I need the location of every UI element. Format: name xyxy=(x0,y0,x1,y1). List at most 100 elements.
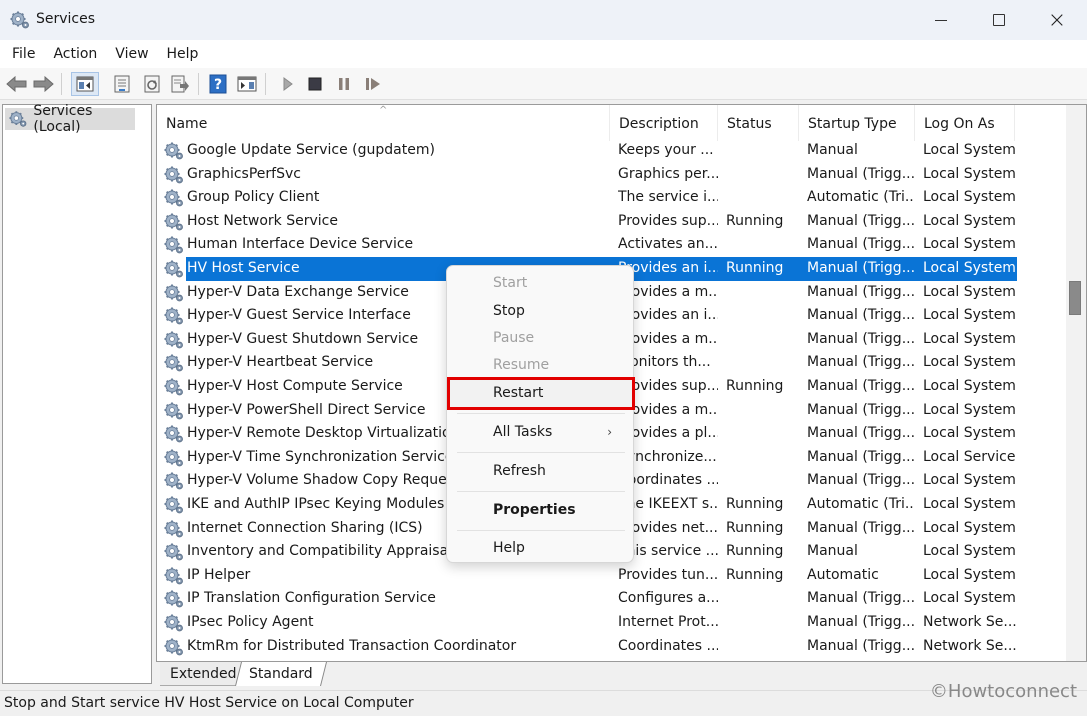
vertical-scrollbar[interactable] xyxy=(1066,105,1086,661)
service-log-on-as: Local System xyxy=(923,425,1016,442)
service-log-on-as: Network Se... xyxy=(923,614,1017,630)
export-list-icon xyxy=(171,75,189,93)
minimize-button[interactable] xyxy=(918,0,964,40)
menu-help[interactable]: Help xyxy=(167,46,199,62)
service-gear-icon xyxy=(164,472,184,490)
service-row[interactable]: IP Helper Provides tun... Running Automatic… xyxy=(157,564,1017,588)
stop-service-icon xyxy=(308,77,322,91)
service-log-on-as: Local System xyxy=(923,260,1016,276)
service-row[interactable]: Host Network Service Provides sup... Runni… xyxy=(157,210,1017,234)
service-row[interactable]: IPsec Policy Agent Internet Prot... Manual… xyxy=(157,611,1017,635)
toolbar-separator xyxy=(265,73,266,95)
service-gear-icon xyxy=(164,236,184,254)
show-hide-action-pane-button[interactable] xyxy=(236,74,258,94)
service-gear-icon xyxy=(164,213,184,231)
service-startup-type: Manual (Trigg... xyxy=(807,378,915,394)
context-menu-help[interactable]: Help xyxy=(452,534,628,562)
service-startup-type: Manual (Trigg... xyxy=(807,614,915,630)
show-hide-console-tree-button[interactable] xyxy=(71,72,99,96)
export-list-button[interactable] xyxy=(169,74,191,94)
service-row[interactable]: Google Update Service (gupdatem) Keeps yo… xyxy=(157,139,1017,163)
refresh-button[interactable] xyxy=(141,74,163,94)
service-description: Graphics per... xyxy=(618,165,718,182)
window-title: Services xyxy=(36,11,96,27)
properties-button[interactable] xyxy=(111,74,133,94)
maximize-icon xyxy=(993,14,1005,26)
menu-view[interactable]: View xyxy=(115,46,148,62)
service-status xyxy=(726,446,806,470)
service-gear-icon xyxy=(164,638,184,656)
start-service-button[interactable] xyxy=(277,74,299,94)
service-name: IPsec Policy Agent xyxy=(187,614,314,630)
service-row[interactable]: Human Interface Device Service Activates … xyxy=(157,233,1017,257)
service-description: Activates an... xyxy=(618,236,718,253)
stop-service-button[interactable] xyxy=(304,74,326,94)
context-menu-pause[interactable]: Pause xyxy=(452,324,628,352)
context-menu-all-tasks[interactable]: All Tasks › xyxy=(452,418,628,446)
column-header-log-on-as[interactable]: Log On As xyxy=(915,105,1015,141)
restart-service-button[interactable] xyxy=(362,74,384,94)
tree-item-services-local[interactable]: Services (Local) xyxy=(5,103,135,135)
service-status xyxy=(726,281,806,305)
service-row[interactable]: Group Policy Client The service i... Autom… xyxy=(157,186,1017,210)
menu-action[interactable]: Action xyxy=(53,46,97,62)
service-row[interactable]: KtmRm for Distributed Transaction Coordi… xyxy=(157,635,1017,659)
context-menu-separator xyxy=(457,452,625,453)
service-gear-icon xyxy=(164,189,184,207)
service-status xyxy=(726,328,806,352)
title-bar: Services × xyxy=(0,0,1087,40)
toolbar: ? xyxy=(0,68,1087,100)
console-tree: Services (Local) xyxy=(2,103,152,684)
show-hide-console-tree-icon xyxy=(76,76,94,92)
service-gear-icon xyxy=(164,590,184,608)
service-name: KtmRm for Distributed Transaction Coordi… xyxy=(187,637,517,654)
service-gear-icon xyxy=(164,402,184,420)
column-header-startup-type[interactable]: Startup Type xyxy=(799,105,915,141)
column-header-status[interactable]: Status xyxy=(718,105,799,141)
help-button[interactable]: ? xyxy=(207,74,229,94)
service-description: Keeps your ... xyxy=(618,142,714,158)
tab-standard[interactable]: Standard xyxy=(235,662,327,686)
service-row[interactable]: IP Translation Configuration Service Conf… xyxy=(157,587,1017,611)
service-row[interactable]: GraphicsPerfSvc Graphics per... Manual (Tr… xyxy=(157,163,1017,187)
context-menu-start[interactable]: Start xyxy=(452,269,628,297)
status-text: Stop and Start service HV Host Service o… xyxy=(4,695,414,711)
service-description: Coordinates ... xyxy=(618,637,718,654)
back-button[interactable] xyxy=(6,74,28,94)
service-status: Running xyxy=(726,212,784,229)
close-button[interactable]: × xyxy=(1034,0,1080,40)
service-gear-icon xyxy=(164,260,184,278)
service-startup-type: Manual (Trigg... xyxy=(807,330,915,347)
pause-service-button[interactable] xyxy=(333,74,355,94)
forward-button[interactable] xyxy=(32,74,54,94)
back-icon xyxy=(6,76,27,92)
column-header-description[interactable]: Description xyxy=(610,105,718,141)
service-status xyxy=(726,186,806,210)
refresh-icon xyxy=(144,75,160,93)
maximize-button[interactable] xyxy=(976,0,1022,40)
service-gear-icon xyxy=(164,520,184,538)
service-gear-icon xyxy=(164,378,184,396)
service-startup-type: Manual (Trigg... xyxy=(807,354,915,371)
context-menu-stop[interactable]: Stop xyxy=(452,297,628,325)
context-menu-resume[interactable]: Resume xyxy=(452,351,628,379)
context-menu-refresh[interactable]: Refresh xyxy=(452,457,628,485)
scrollbar-thumb[interactable] xyxy=(1069,281,1081,315)
watermark: ©Howtoconnect xyxy=(929,681,1077,702)
service-name: Host Network Service xyxy=(187,212,338,229)
service-log-on-as: Local System xyxy=(923,401,1016,418)
service-log-on-as: Local System xyxy=(923,189,1016,206)
service-name: Group Policy Client xyxy=(187,189,320,206)
service-log-on-as: Local System xyxy=(923,307,1016,324)
service-name: GraphicsPerfSvc xyxy=(187,165,301,182)
context-menu-restart[interactable]: Restart xyxy=(452,379,628,407)
tab-extended[interactable]: Extended xyxy=(160,662,247,686)
menu-file[interactable]: File xyxy=(12,46,35,62)
help-icon: ? xyxy=(209,74,227,94)
service-status xyxy=(726,611,806,635)
minimize-icon xyxy=(935,19,947,21)
context-menu-properties[interactable]: Properties xyxy=(452,496,628,524)
services-app-icon xyxy=(10,10,30,30)
service-gear-icon xyxy=(164,449,184,467)
service-name: Human Interface Device Service xyxy=(187,236,414,253)
